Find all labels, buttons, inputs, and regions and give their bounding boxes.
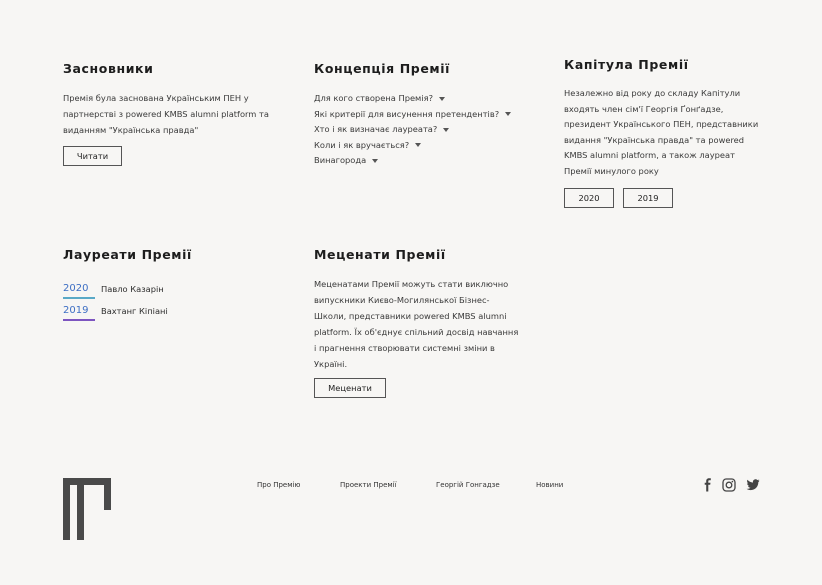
founders-heading: Засновники bbox=[63, 61, 154, 76]
footer-nav-projects[interactable]: Проекти Премії bbox=[340, 481, 397, 489]
faq-item-reward[interactable]: Винагорода bbox=[314, 153, 511, 169]
faq-item-who-decides[interactable]: Хто і як визначає лауреата? bbox=[314, 122, 511, 138]
laureate-name[interactable]: Вахтанг Кіпіані bbox=[101, 306, 168, 316]
chapter-text: Незалежно від року до складу Капітули вх… bbox=[564, 88, 759, 176]
founders-text: Премія була заснована Українським ПЕН у … bbox=[63, 93, 269, 135]
concept-heading: Концепція Премії bbox=[314, 61, 451, 76]
chapter-heading: Капітула Премії bbox=[564, 57, 689, 72]
twitter-icon[interactable] bbox=[746, 478, 760, 492]
patrons-button[interactable]: Меценати bbox=[314, 378, 386, 398]
caret-down-icon bbox=[372, 158, 379, 163]
caret-down-icon bbox=[439, 96, 446, 101]
facebook-icon[interactable] bbox=[701, 478, 715, 492]
logo-icon[interactable] bbox=[63, 478, 111, 540]
caret-down-icon bbox=[505, 112, 512, 117]
instagram-icon[interactable] bbox=[722, 478, 736, 492]
patrons-heading: Меценати Премії bbox=[314, 247, 446, 262]
footer-nav-about[interactable]: Про Премію bbox=[257, 481, 300, 489]
laureate-year[interactable]: 2019 bbox=[63, 305, 96, 321]
patrons-text: Меценатами Премії можуть стати виключно … bbox=[314, 279, 519, 369]
faq-item-criteria[interactable]: Які критерії для висунення претендентів? bbox=[314, 107, 512, 123]
faq-item-when[interactable]: Коли і як вручається? bbox=[314, 138, 511, 154]
laureate-year[interactable]: 2020 bbox=[63, 283, 96, 299]
footer-nav-news[interactable]: Новини bbox=[536, 481, 563, 489]
faq-item-for-whom[interactable]: Для кого створена Премія? bbox=[314, 91, 511, 107]
caret-down-icon bbox=[443, 127, 450, 132]
laureates-heading: Лауреати Премії bbox=[63, 247, 192, 262]
footer-nav-gongadze[interactable]: Георгій Гонгадзе bbox=[436, 481, 500, 489]
laureate-item[interactable]: 2019 Вахтанг Кіпіані bbox=[63, 300, 168, 322]
caret-down-icon bbox=[415, 143, 422, 148]
laureates-list: 2020 Павло Казарін 2019 Вахтанг Кіпіані bbox=[63, 278, 168, 322]
chapter-year-2020-button[interactable]: 2020 bbox=[564, 188, 614, 208]
read-button[interactable]: Читати bbox=[63, 146, 122, 166]
chapter-year-2019-button[interactable]: 2019 bbox=[623, 188, 673, 208]
concept-faq-list: Для кого створена Премія? Які критерії д… bbox=[314, 91, 512, 169]
laureate-item[interactable]: 2020 Павло Казарін bbox=[63, 278, 168, 300]
laureate-name[interactable]: Павло Казарін bbox=[101, 284, 164, 294]
